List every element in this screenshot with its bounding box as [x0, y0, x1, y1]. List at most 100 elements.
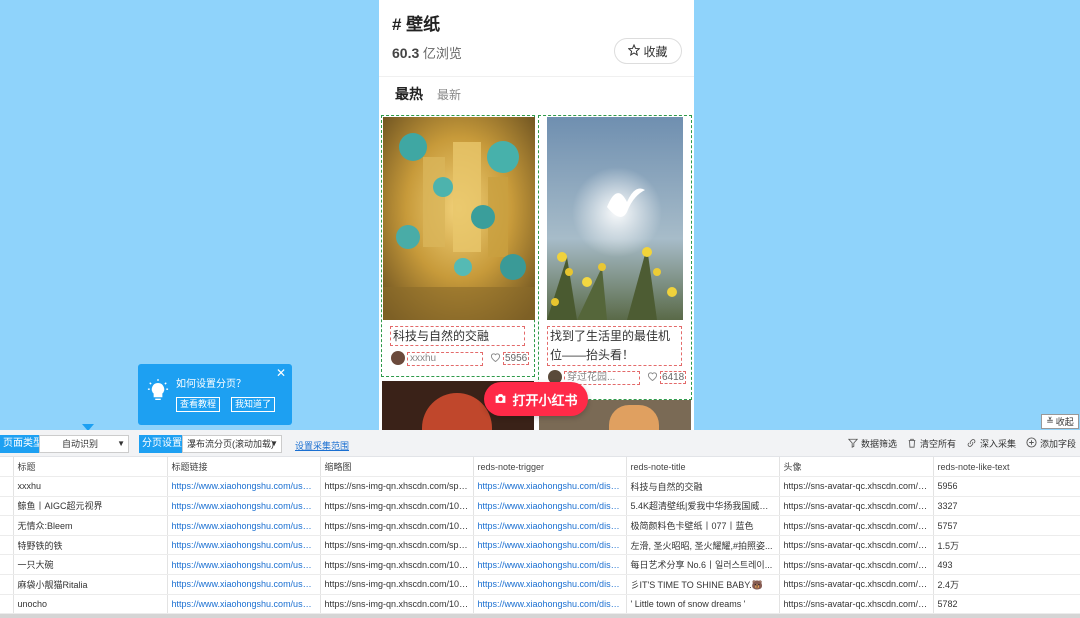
cell: 左滑, 圣火昭昭, 圣火耀耀,#拍照姿... [626, 535, 780, 556]
note-title: 找到了生活里的最佳机位——抬头看！ [547, 326, 682, 366]
got-it-button[interactable]: 我知道了 [231, 397, 276, 412]
cell: 极简颜料色卡壁纸丨077丨蓝色 [626, 515, 780, 536]
heart-icon [490, 352, 501, 365]
filter-label: 数据筛选 [860, 439, 897, 449]
column-header[interactable]: 头像 [779, 457, 934, 478]
cell: 麻袋小靓猫Ritalia [13, 574, 168, 595]
cell: unocho [13, 594, 168, 615]
note-card[interactable]: 科技与自然的交融 xxxhu 5956 [381, 115, 535, 377]
cell-link[interactable]: https://www.xiaohongshu.com/user/... [167, 594, 321, 615]
cell: https://sns-avatar-qc.xhscdn.com/av... [779, 574, 934, 595]
cell: https://sns-img-qn.xhscdn.com/1040... [320, 496, 474, 517]
cell: https://sns-img-qn.xhscdn.com/1040... [320, 554, 474, 576]
note-likes[interactable]: 5956 [490, 352, 530, 365]
column-header[interactable]: reds-note-title [626, 457, 780, 478]
cell: 每日艺术分享 No.6丨일러스트레이... [626, 554, 780, 576]
cell: 5956 [933, 476, 1080, 497]
collapse-button[interactable]: ≚ 收起 [1041, 414, 1079, 429]
cell: https://sns-img-qn.xhscdn.com/1000... [320, 574, 474, 595]
xiaohongshu-page: # 壁纸 60.3 亿浏览 收藏 最热 最新 科技与自然的交融 xxxhu 59… [379, 0, 694, 430]
sort-tabs: 最热 最新 [395, 84, 461, 104]
views-number: 60.3 [392, 45, 420, 61]
row-index-header [0, 457, 14, 478]
table-row[interactable]: 无情众:Bleem https://www.xiaohongshu.com/us… [0, 515, 1080, 536]
cell: https://sns-img-qn.xhscdn.com/spect... [320, 535, 474, 556]
paging-select[interactable]: 瀑布流分页(滚动加载) ▼ [182, 435, 282, 453]
cell: https://sns-img-qn.xhscdn.com/1040... [320, 515, 474, 536]
view-tutorial-button[interactable]: 查看教程 [176, 397, 221, 412]
note-author[interactable]: xxxhu [407, 352, 483, 366]
horizontal-scrollbar[interactable] [0, 614, 1080, 618]
cell-link[interactable]: https://www.xiaohongshu.com/user/... [167, 476, 321, 497]
table-row[interactable]: 一只大碗 https://www.xiaohongshu.com/user/..… [0, 554, 1080, 576]
cell-link[interactable]: https://www.xiaohongshu.com/disco... [473, 515, 627, 536]
add-field-button[interactable]: 添加字段 [1026, 437, 1076, 450]
cell-link[interactable]: https://www.xiaohongshu.com/user/... [167, 554, 321, 576]
note-likes[interactable]: 6418 [647, 371, 687, 384]
table-row[interactable]: 特野铁的铁 https://www.xiaohongshu.com/user/.… [0, 535, 1080, 556]
filter-icon [847, 438, 859, 450]
cell-link[interactable]: https://www.xiaohongshu.com/disco... [473, 554, 627, 576]
clear-all-button[interactable]: 清空所有 [907, 437, 956, 450]
cell-link[interactable]: https://www.xiaohongshu.com/disco... [473, 594, 627, 615]
partial-image-detail [422, 393, 492, 430]
page-type-value: 自动识别 [62, 439, 99, 449]
column-header[interactable]: reds-note-like-text [933, 457, 1080, 478]
set-range-link[interactable]: 设置采集范围 [295, 439, 349, 452]
deep-collect-button[interactable]: 深入采集 [966, 437, 1016, 450]
avatar [391, 351, 405, 365]
cell-link[interactable]: https://www.xiaohongshu.com/user/... [167, 574, 321, 595]
partial-image-detail [609, 405, 659, 430]
link-icon [966, 438, 977, 450]
collapse-label: 收起 [1055, 417, 1074, 427]
scraper-panel: 页面类型 自动识别 ▼ 分页设置 瀑布流分页(滚动加载) ▼ 设置采集范围 数据… [0, 430, 1080, 618]
column-header[interactable]: 标题 [13, 457, 168, 478]
data-table: 标题 标题链接 缩略图 reds-note-trigger reds-note-… [0, 457, 1080, 615]
note-thumbnail [547, 117, 683, 320]
panel-toolbar: 页面类型 自动识别 ▼ 分页设置 瀑布流分页(滚动加载) ▼ 设置采集范围 数据… [0, 430, 1080, 457]
note-title: 科技与自然的交融 [390, 326, 525, 346]
close-icon[interactable]: ✕ [276, 366, 286, 380]
cell: xxxhu [13, 476, 168, 497]
note-card[interactable]: 找到了生活里的最佳机位——抬头看！ 穿过花园... 6418 [538, 115, 692, 400]
column-header[interactable]: reds-note-trigger [473, 457, 627, 478]
cell: https://sns-avatar-qc.xhscdn.com/av... [779, 515, 934, 536]
filter-button[interactable]: 数据筛选 [847, 437, 897, 450]
cell-link[interactable]: https://www.xiaohongshu.com/user/... [167, 515, 321, 536]
column-header[interactable]: 标题链接 [167, 457, 321, 478]
cell: 5.4K超清壁纸|爱我中华扬我国威丨国... [626, 496, 780, 517]
cell-link[interactable]: https://www.xiaohongshu.com/disco... [473, 574, 627, 595]
cell: https://sns-avatar-qc.xhscdn.com/av... [779, 476, 934, 497]
row-index [0, 496, 14, 517]
heart-icon [647, 371, 658, 384]
cell: https://sns-avatar-qc.xhscdn.com/av... [779, 535, 934, 556]
cell-link[interactable]: https://www.xiaohongshu.com/disco... [473, 496, 627, 517]
tab-hot[interactable]: 最热 [395, 84, 423, 104]
cell-link[interactable]: https://www.xiaohongshu.com/disco... [473, 476, 627, 497]
open-app-button[interactable]: 打开小红书 [484, 382, 588, 416]
tab-new[interactable]: 最新 [437, 86, 461, 103]
cell: 5782 [933, 594, 1080, 615]
divider [379, 76, 694, 77]
table-row[interactable]: unocho https://www.xiaohongshu.com/user/… [0, 594, 1080, 615]
table-row[interactable]: 麻袋小靓猫Ritalia https://www.xiaohongshu.com… [0, 574, 1080, 595]
table-row[interactable]: 鲸鱼丨AIGC超元视界 https://www.xiaohongshu.com/… [0, 496, 1080, 517]
cell: 493 [933, 554, 1080, 576]
table-header-row: 标题 标题链接 缩略图 reds-note-trigger reds-note-… [0, 457, 1080, 478]
cell: 一只大碗 [13, 554, 168, 576]
cell: 特野铁的铁 [13, 535, 168, 556]
topic-title: # 壁纸 [392, 15, 441, 34]
cell: https://sns-avatar-qc.xhscdn.com/av... [779, 594, 934, 615]
cell-link[interactable]: https://www.xiaohongshu.com/user/... [167, 496, 321, 517]
column-header[interactable]: 缩略图 [320, 457, 474, 478]
favorite-button[interactable]: 收藏 [614, 38, 682, 64]
add-field-label: 添加字段 [1039, 439, 1076, 449]
clear-all-label: 清空所有 [919, 439, 956, 449]
cell-link[interactable]: https://www.xiaohongshu.com/disco... [473, 535, 627, 556]
page-type-select[interactable]: 自动识别 ▼ [39, 435, 129, 453]
cell-link[interactable]: https://www.xiaohongshu.com/user/... [167, 535, 321, 556]
paging-value: 瀑布流分页(滚动加载) [187, 439, 274, 449]
views-unit: 亿浏览 [419, 46, 462, 61]
cell: 5757 [933, 515, 1080, 536]
table-row[interactable]: xxxhu https://www.xiaohongshu.com/user/.… [0, 476, 1080, 497]
